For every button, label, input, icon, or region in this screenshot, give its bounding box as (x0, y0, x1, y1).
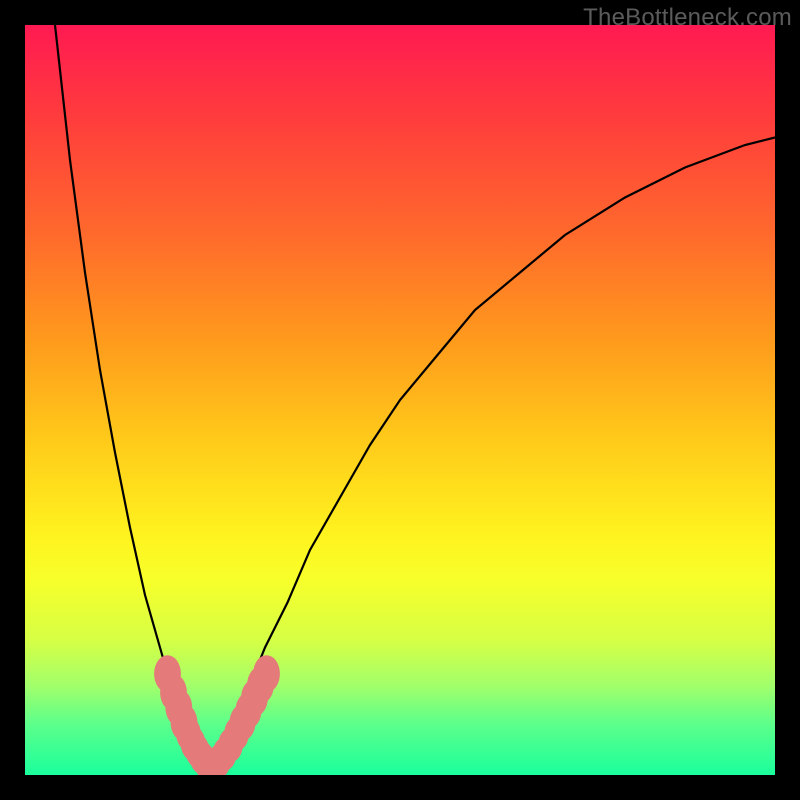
watermark-text: TheBottleneck.com (583, 4, 792, 32)
curve-group (55, 25, 775, 764)
curve-right-branch (205, 138, 775, 764)
chart-svg (25, 25, 775, 775)
data-marker (253, 655, 280, 692)
marker-group (154, 655, 280, 775)
chart-frame (25, 25, 775, 775)
curve-left-branch (55, 25, 205, 764)
